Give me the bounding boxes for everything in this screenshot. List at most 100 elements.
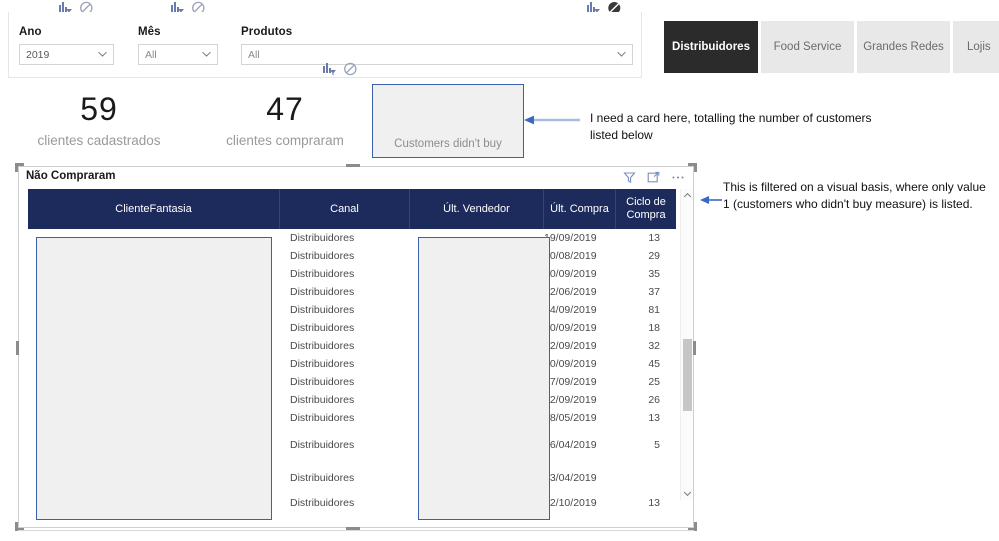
cell-ciclo-de-compra: 45 xyxy=(648,358,660,370)
cell-canal: Distribuidores xyxy=(290,286,355,298)
slicer-dropdown-ano[interactable]: 2019 xyxy=(19,44,114,65)
cell-ult-compra: 03/04/2019 xyxy=(544,472,597,484)
chevron-up-icon[interactable] xyxy=(683,191,692,200)
tab-grandes-redes[interactable]: Grandes Redes xyxy=(857,21,950,73)
resize-handle-top-center[interactable] xyxy=(346,164,360,167)
chevron-down-icon xyxy=(98,51,107,57)
kpi-card-clientes-compraram[interactable]: 47 clientes compraram xyxy=(206,92,364,150)
cell-ciclo-de-compra: 5 xyxy=(654,438,660,451)
focus-mode-icon[interactable] xyxy=(647,171,662,185)
slicer-label-produtos: Produtos xyxy=(241,26,293,38)
cell-canal: Distribuidores xyxy=(290,394,355,406)
tab-distribuidores[interactable]: Distribuidores xyxy=(664,21,758,73)
cell-ciclo-de-compra: 32 xyxy=(648,340,660,352)
cell-ult-compra: 02/09/2019 xyxy=(544,394,597,406)
tab-food-service[interactable]: Food Service xyxy=(761,21,854,73)
visual-bottom-divider xyxy=(18,530,694,531)
kpi-caption: clientes compraram xyxy=(226,133,344,148)
resize-handle-top-right[interactable] xyxy=(688,163,697,172)
tab-lojistas[interactable]: Lojis xyxy=(953,21,999,73)
visual-toolbar[interactable] xyxy=(623,171,686,185)
chevron-down-icon xyxy=(617,51,626,57)
cell-ult-compra: 27/09/2019 xyxy=(544,376,597,388)
cell-ult-compra: 19/09/2019 xyxy=(544,232,597,244)
cell-ult-compra: 12/06/2019 xyxy=(544,286,597,298)
tab-label: Distribuidores xyxy=(672,41,750,53)
visual-title: Não Compraram xyxy=(26,170,116,182)
cell-ult-compra: 28/05/2019 xyxy=(544,412,597,424)
slicer-dropdown-produtos[interactable]: All xyxy=(241,44,633,65)
cell-ult-compra: 30/09/2019 xyxy=(544,322,597,334)
slicer-value-produtos: All xyxy=(248,48,260,61)
kpi-value: 59 xyxy=(80,91,118,127)
cell-canal: Distribuidores xyxy=(290,322,355,334)
annotation-visual-filter: This is filtered on a visual basis, wher… xyxy=(723,180,986,211)
tab-label: Food Service xyxy=(773,41,842,53)
column-header-ult-compra[interactable]: Últ. Compra xyxy=(544,189,616,229)
slicer-dropdown-mes[interactable]: All xyxy=(138,44,218,65)
tab-strip: Distribuidores Food Service Grandes Rede… xyxy=(664,21,999,73)
cell-ult-compra: 02/10/2019 xyxy=(544,497,597,509)
cell-ciclo-de-compra: 35 xyxy=(648,268,660,280)
filter-icon[interactable] xyxy=(623,171,638,185)
chevron-down-icon xyxy=(202,51,211,57)
cell-ciclo-de-compra: 13 xyxy=(648,232,660,244)
redacted-ult-vendedor-column xyxy=(418,237,550,520)
annotation-arrow-filter xyxy=(700,196,722,204)
slicer-label-ano: Ano xyxy=(19,26,42,38)
tab-label: Lojis xyxy=(967,41,991,53)
tab-label: Grandes Redes xyxy=(863,41,944,53)
column-header-ciclo-de-compra[interactable]: Ciclo de Compra xyxy=(616,189,676,229)
more-options-icon[interactable] xyxy=(671,171,686,185)
cell-ciclo-de-compra: 81 xyxy=(648,304,660,316)
cell-canal: Distribuidores xyxy=(290,438,355,451)
cell-canal: Distribuidores xyxy=(290,358,355,370)
slicer-value-mes: All xyxy=(145,48,157,61)
cell-ciclo-de-compra: 37 xyxy=(648,286,660,298)
cell-canal: Distribuidores xyxy=(290,232,355,244)
cell-ult-compra: 30/09/2019 xyxy=(544,358,597,370)
column-header-clientefantasia[interactable]: ClienteFantasia xyxy=(28,189,280,229)
clear-filter-icon[interactable] xyxy=(343,62,358,76)
slicer-label-mes: Mês xyxy=(138,26,161,38)
produtos-slicer-header-icons[interactable] xyxy=(322,62,358,76)
cell-ciclo-de-compra: 13 xyxy=(648,412,660,424)
redacted-clientefantasia-column xyxy=(36,237,272,520)
report-page: Ano 2019 Mês All Produtos All Distribuid… xyxy=(0,0,999,541)
table-vertical-scrollbar[interactable] xyxy=(680,189,693,500)
resize-handle-middle-left[interactable] xyxy=(16,341,19,355)
table-visual-nao-compraram[interactable]: Não Compraram ClienteFantasia Canal Últ.… xyxy=(18,166,694,528)
cell-ciclo-de-compra: 18 xyxy=(648,322,660,334)
annotation-card-needed: I need a card here, totalling the number… xyxy=(590,111,872,142)
cell-ult-compra: 30/09/2019 xyxy=(544,268,597,280)
annotation-arrow-card xyxy=(524,115,580,125)
cell-ciclo-de-compra: 25 xyxy=(648,376,660,388)
cell-canal: Distribuidores xyxy=(290,268,355,280)
card-placeholder-customers-didnt-buy[interactable]: Customers didn't buy xyxy=(372,84,524,158)
cell-canal: Distribuidores xyxy=(290,472,355,484)
slicer-value-ano: 2019 xyxy=(26,48,50,61)
data-table: ClienteFantasia Canal Últ. Vendedor Últ.… xyxy=(28,189,676,520)
cell-canal: Distribuidores xyxy=(290,250,355,262)
kpi-caption: clientes cadastrados xyxy=(37,133,161,148)
column-header-ult-vendedor[interactable]: Últ. Vendedor xyxy=(410,189,544,229)
resize-handle-middle-right[interactable] xyxy=(693,341,696,355)
cell-ciclo-de-compra: 26 xyxy=(648,394,660,406)
cell-ult-compra: 12/09/2019 xyxy=(544,340,597,352)
resize-handle-top-left[interactable] xyxy=(15,163,24,172)
cell-canal: Distribuidores xyxy=(290,376,355,388)
scrollbar-thumb[interactable] xyxy=(683,339,692,411)
column-header-canal[interactable]: Canal xyxy=(280,189,410,229)
cell-ciclo-de-compra: 13 xyxy=(648,497,660,509)
cell-ult-compra: 26/04/2019 xyxy=(544,438,597,451)
cell-canal: Distribuidores xyxy=(290,340,355,352)
cell-canal: Distribuidores xyxy=(290,412,355,424)
chevron-down-icon[interactable] xyxy=(683,489,692,498)
filter-chart-icon[interactable] xyxy=(322,62,337,76)
table-header-row: ClienteFantasia Canal Últ. Vendedor Últ.… xyxy=(28,189,676,229)
cell-ult-compra: 30/08/2019 xyxy=(544,250,597,262)
kpi-card-clientes-cadastrados[interactable]: 59 clientes cadastrados xyxy=(20,92,178,150)
cell-ciclo-de-compra: 29 xyxy=(648,250,660,262)
card-placeholder-label: Customers didn't buy xyxy=(394,138,502,150)
cell-canal: Distribuidores xyxy=(290,497,355,509)
